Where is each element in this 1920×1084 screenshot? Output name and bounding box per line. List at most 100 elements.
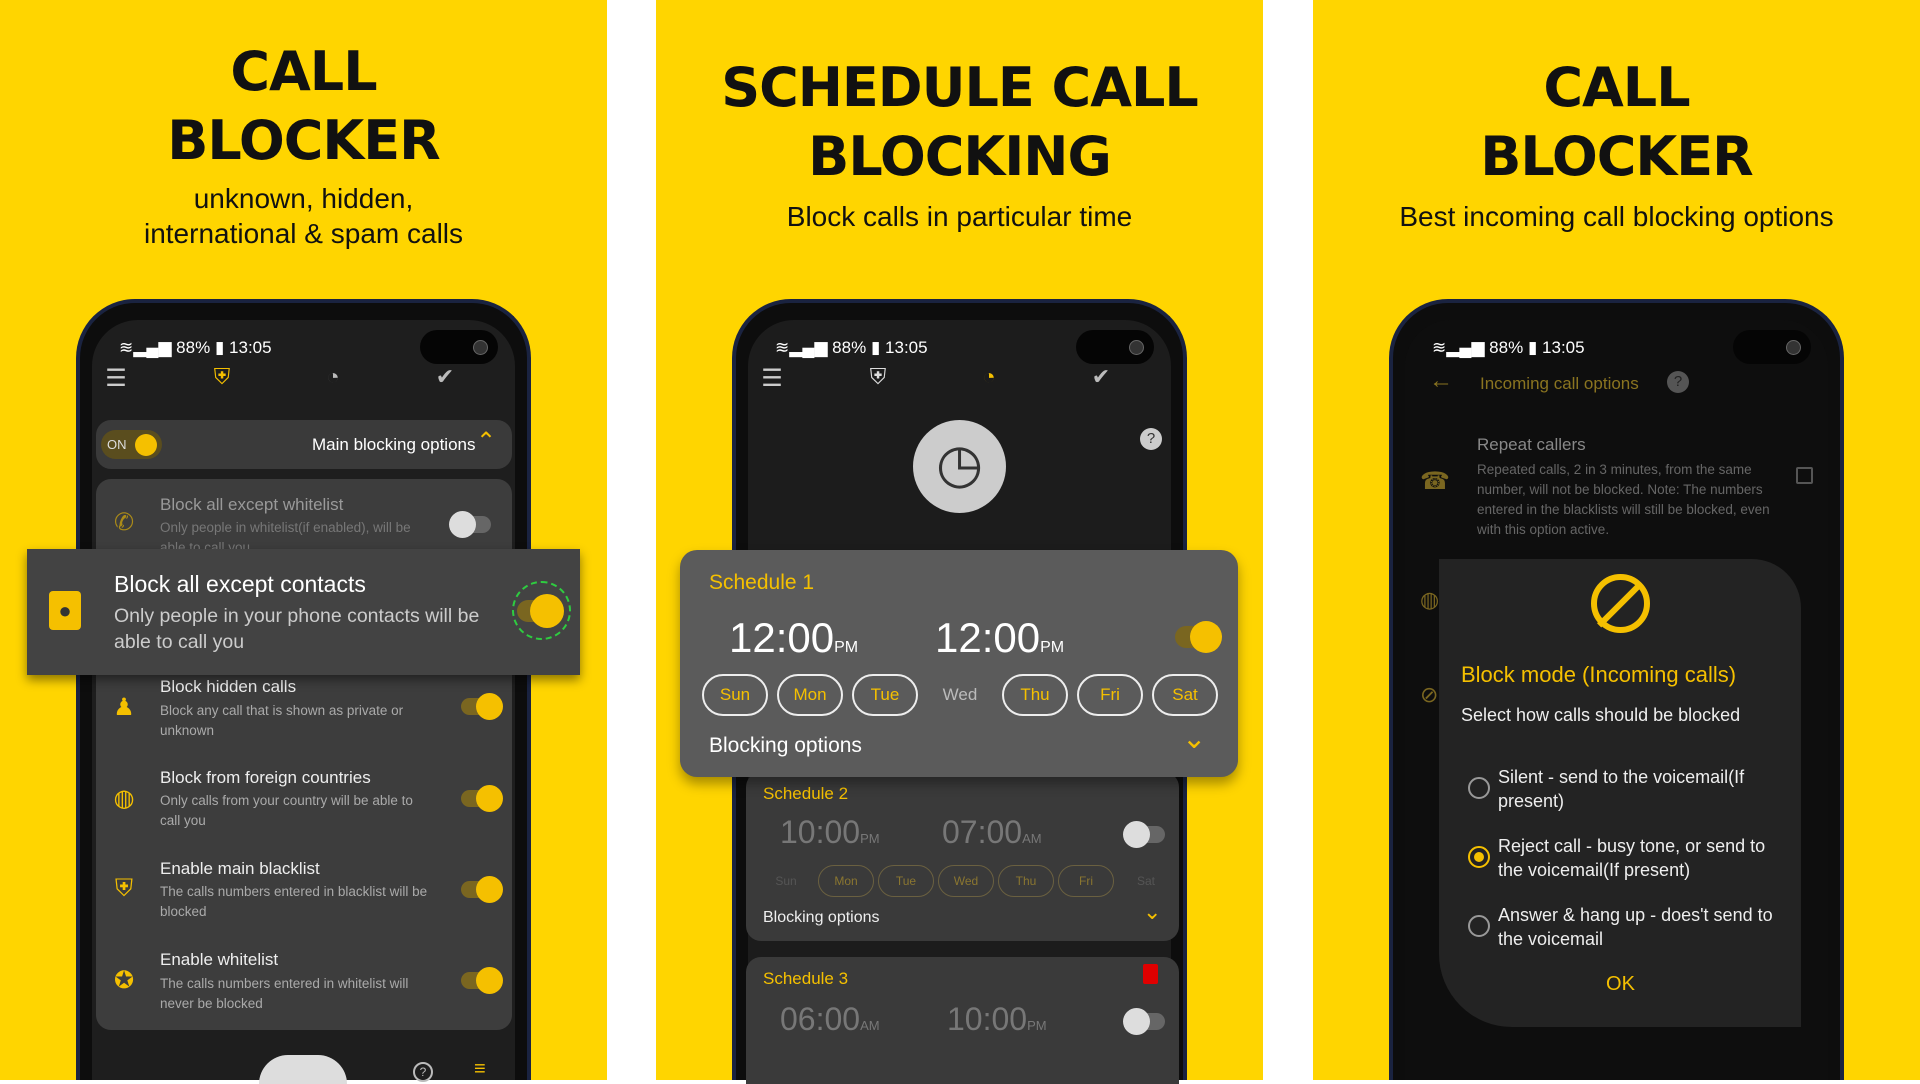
day-chip-mon[interactable]: Mon <box>777 674 843 716</box>
day-chip-tue[interactable]: Tue <box>878 865 934 897</box>
panel-schedule: SCHEDULE CALL BLOCKING Block calls in pa… <box>656 0 1263 1084</box>
schedule-card-highlighted[interactable]: Schedule 1 12:00PM 12:00PM Sun Mon Tue Wed T… <box>680 550 1238 777</box>
radio-option-label[interactable]: Answer & hang up - does't send to the vo… <box>1498 903 1780 951</box>
ban-icon <box>1591 574 1650 633</box>
globe-icon: ◍ <box>1420 587 1440 612</box>
day-chip-thu[interactable]: Thu <box>1002 674 1068 716</box>
panel-title: CALL <box>230 40 377 103</box>
tab-shield-check-icon[interactable]: ✔ <box>428 364 462 390</box>
back-arrow-icon[interactable]: ← <box>1429 367 1453 395</box>
toggle-hidden-calls[interactable] <box>461 693 503 720</box>
list-icon[interactable]: ≡ <box>474 1058 486 1081</box>
schedule-toggle[interactable] <box>1123 821 1165 848</box>
help-icon[interactable]: ? <box>1667 371 1689 393</box>
chevron-up-icon[interactable]: ⌃ <box>476 427 496 456</box>
clock-icon: ◷ <box>913 420 1006 513</box>
toggle-whitelist-only[interactable] <box>449 511 491 538</box>
panel-title: BLOCKER <box>1480 125 1754 188</box>
dialog-title: Block mode (Incoming calls) <box>1461 662 1737 687</box>
divider <box>1264 0 1313 1080</box>
chevron-down-icon[interactable]: ⌄ <box>1143 899 1161 925</box>
day-chip-fri[interactable]: Fri <box>1077 674 1143 716</box>
start-time[interactable]: 10:00PM <box>780 814 880 851</box>
tab-shield-icon[interactable]: ⛨ <box>861 364 895 390</box>
divider <box>607 0 656 1080</box>
star-icon: ✪ <box>113 967 135 994</box>
tab-shield-icon[interactable]: ⛨ <box>205 364 239 390</box>
status-bar: ≋▂▄▆ 88% ▮ 13:05 <box>1432 338 1585 357</box>
toggle-contacts[interactable] <box>517 594 564 628</box>
panel-incoming-options: CALL BLOCKER Best incoming call blocking… <box>1313 0 1920 1080</box>
panel-call-blocker: CALL BLOCKER unknown, hidden, internatio… <box>0 0 607 1084</box>
start-time[interactable]: 12:00PM <box>729 614 858 662</box>
end-time[interactable]: 12:00PM <box>935 614 1064 662</box>
help-icon[interactable]: ? <box>413 1062 433 1082</box>
help-icon[interactable]: ? <box>1140 428 1162 450</box>
repeat-call-icon: ☎ <box>1420 468 1450 495</box>
schedule-card[interactable]: Schedule 2 10:00PM 07:00AM Sun Mon Tue Wed T… <box>746 772 1179 941</box>
day-chip-tue[interactable]: Tue <box>852 674 918 716</box>
end-time[interactable]: 07:00AM <box>942 814 1042 851</box>
panel-subtitle: international & spam calls <box>143 218 464 249</box>
main-options-header[interactable]: ON Main blocking options ⌃ <box>96 420 512 469</box>
menu-icon[interactable]: ☰ <box>755 364 789 393</box>
start-time[interactable]: 06:00AM <box>780 1001 880 1038</box>
camera-cutout <box>1733 330 1811 364</box>
day-chip-sun[interactable]: Sun <box>758 865 814 897</box>
wifi-signal-icon: ≋▂▄▆ <box>119 338 172 357</box>
screen-title: Incoming call options <box>1480 374 1639 393</box>
block-icon: ⊘ <box>1420 682 1439 707</box>
globe-block-icon: ◍ <box>113 785 135 812</box>
panel-title: SCHEDULE CALL <box>721 56 1199 119</box>
schedule-card[interactable]: Schedule 3 06:00AM 10:00PM <box>746 957 1179 1084</box>
schedule-toggle[interactable] <box>1175 621 1222 653</box>
phone-frame: ≋▂▄▆ 88% ▮ 13:05 ☰ ⛨ ◔ ✔ ON Main blockin… <box>76 299 531 1084</box>
delete-icon[interactable] <box>1143 964 1158 984</box>
day-chip-sun[interactable]: Sun <box>702 674 768 716</box>
camera-cutout <box>420 330 498 364</box>
repeat-callers-checkbox[interactable] <box>1796 467 1813 484</box>
tab-shield-check-icon[interactable]: ✔ <box>1084 364 1118 390</box>
phone-frame: ≋▂▄▆ 88% ▮ 13:05 ← Incoming call options… <box>1389 299 1844 1080</box>
day-chip-sat[interactable]: Sat <box>1118 865 1174 897</box>
end-time[interactable]: 10:00PM <box>947 1001 1047 1038</box>
chevron-down-icon[interactable]: ⌄ <box>1182 721 1206 756</box>
dialog-subtitle: Select how calls should be blocked <box>1461 705 1741 725</box>
main-toggle[interactable]: ON <box>101 430 162 459</box>
day-chip-thu[interactable]: Thu <box>998 865 1054 897</box>
day-chip-sat[interactable]: Sat <box>1152 674 1218 716</box>
schedule-toggle[interactable] <box>1123 1008 1165 1035</box>
phone-lock-icon: ✆ <box>113 509 135 536</box>
day-chip-wed[interactable]: Wed <box>938 865 994 897</box>
radio-option-label[interactable]: Silent - send to the voicemail(If presen… <box>1498 765 1780 813</box>
toggle-whitelist[interactable] <box>461 967 503 994</box>
toggle-blacklist[interactable] <box>461 876 503 903</box>
tab-clock-icon[interactable]: ◔ <box>972 364 1006 390</box>
status-bar: ≋▂▄▆ 88% ▮ 13:05 <box>775 338 928 357</box>
battery-icon: ▮ <box>1527 338 1538 357</box>
radio-option[interactable] <box>1468 777 1490 799</box>
panel-title: CALL <box>1543 56 1690 119</box>
toggle-foreign[interactable] <box>461 785 503 812</box>
day-chip-mon[interactable]: Mon <box>818 865 874 897</box>
radio-option-label[interactable]: Reject call - busy tone, or send to the … <box>1498 834 1780 882</box>
tab-clock-icon[interactable]: ◔ <box>316 364 350 390</box>
wifi-signal-icon: ≋▂▄▆ <box>1432 338 1485 357</box>
radio-option[interactable] <box>1468 915 1490 937</box>
status-bar: ≋▂▄▆ 88% ▮ 13:05 <box>119 338 272 357</box>
day-chip-wed[interactable]: Wed <box>927 674 993 716</box>
camera-cutout <box>1076 330 1154 364</box>
battery-icon: ▮ <box>870 338 881 357</box>
panel-subtitle: Block calls in particular time <box>786 201 1133 232</box>
panel-title: BLOCKER <box>167 109 441 172</box>
panel-subtitle: Best incoming call blocking options <box>1399 201 1834 232</box>
contacts-book-icon: ● <box>49 591 81 630</box>
highlighted-option-contacts[interactable]: ● Block all except contacts Only people … <box>27 549 580 675</box>
incognito-icon: ♟ <box>113 694 135 721</box>
day-chip-fri[interactable]: Fri <box>1058 865 1114 897</box>
wifi-signal-icon: ≋▂▄▆ <box>775 338 828 357</box>
menu-icon[interactable]: ☰ <box>99 364 133 393</box>
radio-option[interactable] <box>1468 846 1490 868</box>
ok-button[interactable]: OK <box>1596 973 1645 996</box>
shield-icon: ⛨ <box>115 875 133 902</box>
